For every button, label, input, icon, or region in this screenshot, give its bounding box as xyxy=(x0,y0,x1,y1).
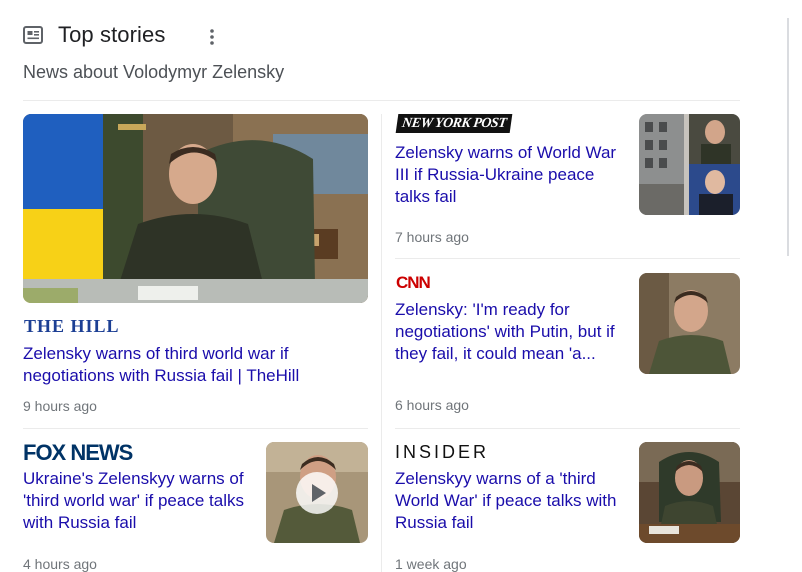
source-logo-foxnews: FOX NEWS xyxy=(23,440,133,465)
right-row-divider-2 xyxy=(395,428,740,429)
story-image xyxy=(639,273,740,374)
source-logo-thehill: THE HILL xyxy=(24,316,120,336)
page-scrollbar[interactable] xyxy=(787,18,789,256)
story-card-cnn[interactable]: CNN Zelensky: 'I'm ready for negotiation… xyxy=(395,273,740,418)
story-headline[interactable]: Zelensky warns of World War III if Russi… xyxy=(395,142,630,208)
story-time: 9 hours ago xyxy=(23,398,97,414)
story-image xyxy=(639,442,740,543)
cropped-text-above xyxy=(0,0,802,4)
section-subtitle: News about Volodymyr Zelensky xyxy=(23,62,285,82)
story-image xyxy=(639,114,740,215)
story-headline[interactable]: Ukraine's Zelenskyy warns of 'third worl… xyxy=(23,468,258,534)
story-card-thehill[interactable]: THE HILL Zelensky warns of third world w… xyxy=(23,114,368,424)
story-card-nypost[interactable]: NEW YORK POST Zelensky warns of World Wa… xyxy=(395,114,740,248)
story-headline[interactable]: Zelenskyy warns of a 'third World War' i… xyxy=(395,468,630,534)
newspaper-icon xyxy=(23,26,43,44)
story-image xyxy=(23,114,368,303)
story-headline[interactable]: Zelensky warns of third world war if neg… xyxy=(23,343,343,387)
story-time: 4 hours ago xyxy=(23,556,97,572)
top-stories-header: Top stories xyxy=(23,22,165,48)
right-row-divider-1 xyxy=(395,258,740,259)
source-logo-nypost: NEW YORK POST xyxy=(395,114,513,133)
column-divider xyxy=(381,114,382,572)
story-headline[interactable]: Zelensky: 'I'm ready for negotiations' w… xyxy=(395,299,630,365)
left-row-divider xyxy=(23,428,368,429)
section-title: Top stories xyxy=(58,22,166,47)
header-divider xyxy=(23,100,740,101)
more-vert-icon[interactable] xyxy=(207,27,217,47)
story-time: 7 hours ago xyxy=(395,229,469,245)
story-card-insider[interactable]: INSIDER Zelenskyy warns of a 'third Worl… xyxy=(395,442,740,572)
source-logo-cnn: CNN xyxy=(396,273,431,292)
story-card-foxnews[interactable]: FOX NEWS Ukraine's Zelenskyy warns of 't… xyxy=(23,440,368,572)
story-image xyxy=(266,442,368,543)
story-time: 1 week ago xyxy=(395,556,467,572)
source-logo-insider: INSIDER xyxy=(395,442,490,462)
play-video-icon[interactable] xyxy=(296,472,338,514)
story-time: 6 hours ago xyxy=(395,397,469,413)
